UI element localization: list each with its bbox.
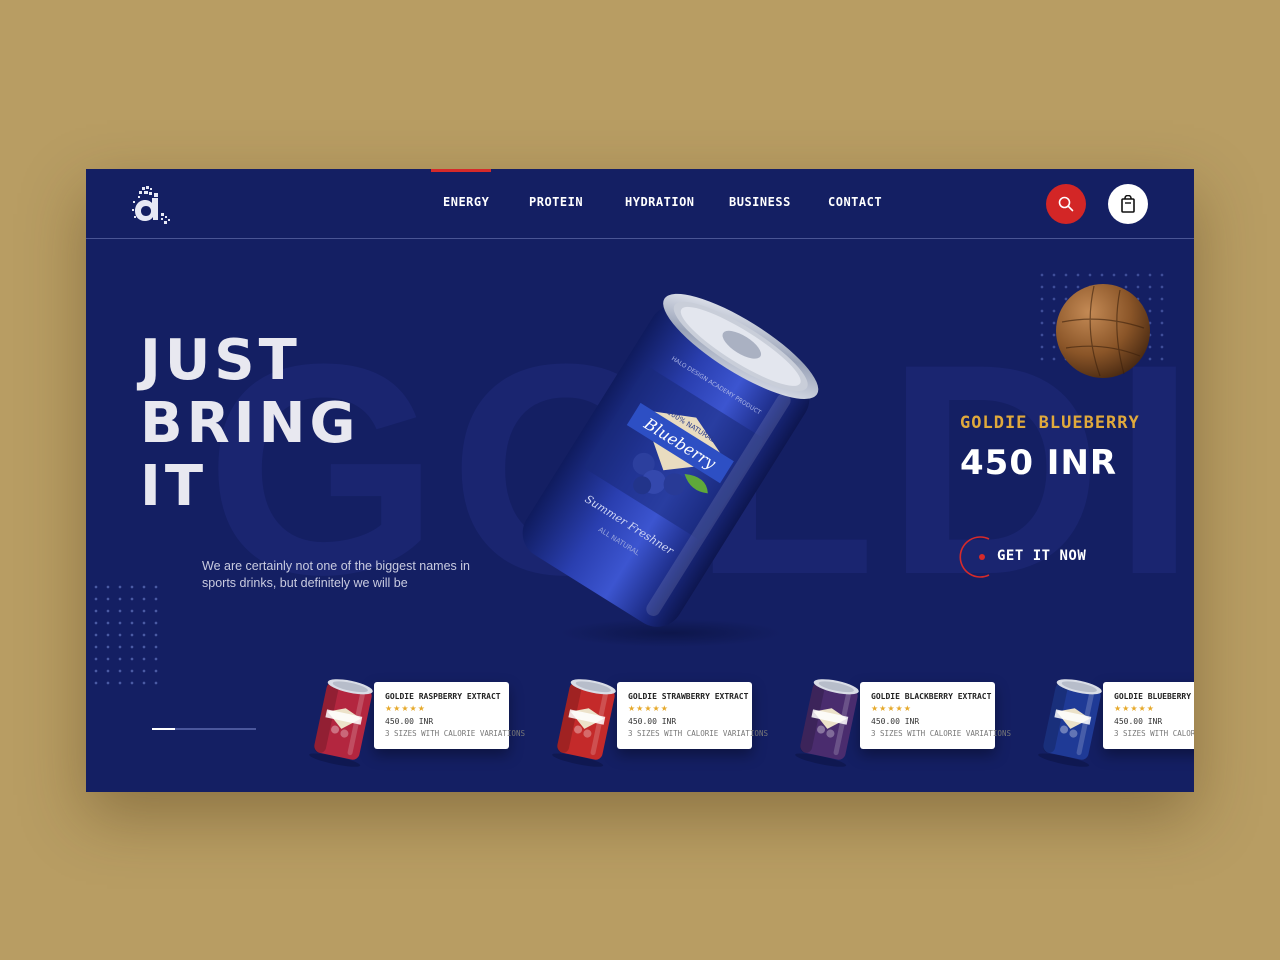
product-card-panel: GOLDIE BLUEBERRY EXTRACT ★★★★★ 450.00 IN… bbox=[1103, 682, 1194, 749]
search-icon bbox=[1058, 196, 1074, 212]
active-nav-indicator bbox=[431, 169, 491, 172]
product-card-subtitle: 3 SIZES WITH CALORIE VARIATIONS bbox=[871, 729, 1011, 738]
top-navigation-bar: ENERGY PROTEIN HYDRATION BUSINESS CONTAC… bbox=[86, 169, 1194, 239]
star-rating-icon: ★★★★★ bbox=[628, 704, 669, 713]
get-it-now-button[interactable]: GET IT NOW bbox=[959, 535, 1089, 581]
nav-item-contact[interactable]: CONTACT bbox=[828, 195, 882, 209]
leather-ball-image bbox=[1056, 284, 1150, 378]
product-card-panel: GOLDIE RASPBERRY EXTRACT ★★★★★ 450.00 IN… bbox=[374, 682, 525, 749]
nav-item-business[interactable]: BUSINESS bbox=[729, 195, 791, 209]
product-card-subtitle: 3 SIZES WITH CALORIE VARIATIONS bbox=[385, 729, 525, 738]
product-card-raspberry[interactable]: GOLDIE RASPBERRY EXTRACT ★★★★★ 450.00 IN… bbox=[304, 675, 525, 767]
headline-line-2: BRING bbox=[140, 391, 360, 456]
star-rating-icon: ★★★★★ bbox=[871, 704, 912, 713]
product-card-subtitle: 3 SIZES WITH CALORIE VARIATIONS bbox=[1114, 729, 1194, 738]
headline-line-1: JUST bbox=[140, 328, 301, 393]
strawberry-can-image bbox=[552, 679, 616, 767]
blackberry-can-image bbox=[795, 679, 859, 767]
decorative-dot-grid-left bbox=[90, 581, 160, 693]
product-card-panel: GOLDIE STRAWBERRY EXTRACT ★★★★★ 450.00 I… bbox=[617, 682, 768, 749]
slider-progress-fill bbox=[152, 728, 175, 730]
shopping-bag-icon bbox=[1121, 195, 1135, 213]
hero-drink-can-image: Blueberry 100% NATURAL Summer Freshner A… bbox=[522, 293, 819, 647]
nav-item-protein[interactable]: PROTEIN bbox=[529, 195, 583, 209]
product-card-price: 450.00 INR bbox=[628, 717, 677, 726]
product-card-price: 450.00 INR bbox=[385, 717, 434, 726]
star-rating-icon: ★★★★★ bbox=[1114, 704, 1155, 713]
star-rating-icon: ★★★★★ bbox=[385, 704, 426, 713]
product-card-price: 450.00 INR bbox=[1114, 717, 1163, 726]
product-card-panel: GOLDIE BLACKBERRY EXTRACT ★★★★★ 450.00 I… bbox=[860, 682, 1011, 749]
cta-label: GET IT NOW bbox=[997, 548, 1087, 564]
featured-product-price: 450 INR bbox=[960, 443, 1118, 483]
blueberry-can-image bbox=[1038, 679, 1102, 767]
headline-line-3: IT bbox=[140, 454, 208, 519]
product-card-title: GOLDIE BLUEBERRY EXTRACT bbox=[1114, 692, 1194, 701]
product-card-title: GOLDIE STRAWBERRY EXTRACT bbox=[628, 692, 749, 701]
landing-panel: GOLDIE ENERGY PROTEIN HYDRATION BUSINESS… bbox=[86, 169, 1194, 792]
product-card-strawberry[interactable]: GOLDIE STRAWBERRY EXTRACT ★★★★★ 450.00 I… bbox=[547, 675, 768, 767]
product-card-subtitle: 3 SIZES WITH CALORIE VARIATIONS bbox=[628, 729, 768, 738]
product-card-title: GOLDIE RASPBERRY EXTRACT bbox=[385, 692, 501, 701]
hero-tagline: We are certainly not one of the biggest … bbox=[202, 559, 470, 590]
nav-item-energy[interactable]: ENERGY bbox=[443, 195, 489, 209]
cta-dot bbox=[979, 554, 985, 560]
product-card-blueberry[interactable]: GOLDIE BLUEBERRY EXTRACT ★★★★★ 450.00 IN… bbox=[1033, 675, 1194, 767]
search-button[interactable] bbox=[1046, 184, 1086, 224]
slider-progress-track[interactable] bbox=[152, 728, 256, 730]
featured-product-name: GOLDIE BLUEBERRY bbox=[960, 413, 1140, 433]
product-card-title: GOLDIE BLACKBERRY EXTRACT bbox=[871, 692, 992, 701]
product-card-blackberry[interactable]: GOLDIE BLACKBERRY EXTRACT ★★★★★ 450.00 I… bbox=[790, 675, 1011, 767]
cart-button[interactable] bbox=[1108, 184, 1148, 224]
hero-headline: JUST BRING IT bbox=[140, 329, 359, 518]
nav-item-hydration[interactable]: HYDRATION bbox=[625, 195, 695, 209]
brand-logo[interactable] bbox=[130, 185, 176, 225]
product-card-price: 450.00 INR bbox=[871, 717, 920, 726]
raspberry-can-image bbox=[309, 679, 373, 767]
